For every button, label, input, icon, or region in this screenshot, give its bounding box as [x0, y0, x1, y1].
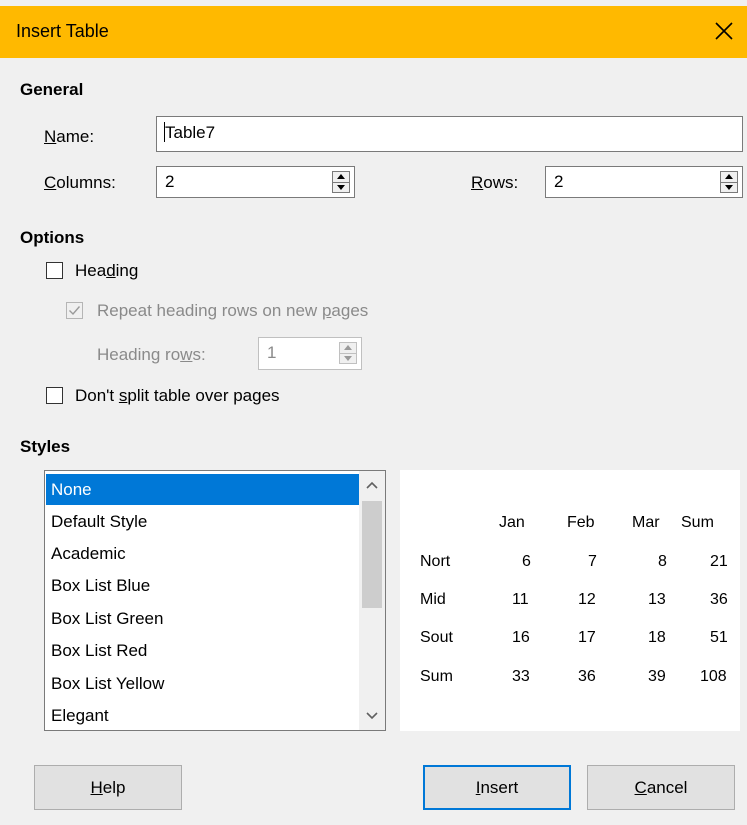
columns-spin-buttons[interactable] — [332, 171, 350, 193]
insert-button[interactable]: Insert — [423, 765, 571, 810]
preview-cell: 16 — [512, 629, 530, 646]
options-heading: Options — [20, 228, 85, 247]
increment-arrow-icon[interactable] — [344, 345, 352, 350]
preview-header: Sum — [681, 514, 714, 531]
general-heading: General — [20, 80, 84, 99]
name-field-value: Table7 — [165, 123, 216, 142]
chevron-up-icon — [366, 481, 378, 489]
list-item[interactable]: Box List Red — [46, 635, 359, 666]
preview-cell: 11 — [512, 591, 529, 608]
spin-divider — [340, 353, 356, 354]
heading-checkbox[interactable] — [46, 262, 63, 279]
scroll-thumb[interactable] — [362, 501, 382, 608]
heading-rows-spin-buttons[interactable] — [339, 342, 357, 364]
columns-value: 2 — [165, 172, 175, 191]
help-button[interactable]: Help — [34, 765, 182, 810]
dialog-title: Insert Table — [16, 21, 109, 41]
scroll-down-button[interactable] — [359, 702, 385, 730]
preview-cell: 21 — [710, 553, 728, 570]
heading-rows-spinbox[interactable]: 1 — [258, 337, 362, 370]
preview-cell: 33 — [512, 668, 530, 685]
rows-spinbox[interactable]: 2 — [545, 166, 743, 198]
preview-cell: 51 — [710, 629, 728, 646]
preview-cell: 13 — [648, 591, 666, 608]
rows-spin-buttons[interactable] — [720, 171, 738, 193]
table-preview: Jan Feb Mar Sum Nort 6 7 8 21 Mid 11 12 … — [400, 470, 740, 731]
preview-cell: 36 — [710, 591, 728, 608]
list-item[interactable]: Academic — [46, 538, 359, 569]
increment-arrow-icon[interactable] — [725, 174, 733, 179]
preview-row-label: Sum — [420, 668, 453, 685]
increment-arrow-icon[interactable] — [337, 174, 345, 179]
preview-row-label: Mid — [420, 591, 446, 608]
repeat-heading-label[interactable]: Repeat heading rows on new pages — [97, 301, 368, 321]
preview-row-label: Sout — [420, 629, 453, 646]
decrement-arrow-icon[interactable] — [337, 185, 345, 190]
list-item[interactable]: Elegant — [46, 700, 359, 730]
scroll-up-button[interactable] — [359, 471, 385, 499]
chevron-down-icon — [366, 712, 378, 720]
list-item[interactable]: Box List Green — [46, 603, 359, 634]
dont-split-checkbox[interactable] — [46, 387, 63, 404]
preview-cell: 7 — [588, 553, 597, 570]
name-field[interactable]: Table7 — [156, 116, 743, 152]
close-button[interactable] — [701, 6, 747, 58]
preview-cell: 17 — [578, 629, 596, 646]
decrement-arrow-icon[interactable] — [344, 356, 352, 361]
title-bar[interactable]: Insert Table — [0, 6, 747, 58]
preview-cell: 6 — [522, 553, 531, 570]
cancel-button[interactable]: Cancel — [587, 765, 735, 810]
styles-scrollbar[interactable] — [359, 471, 385, 730]
preview-cell: 18 — [648, 629, 666, 646]
preview-cell: 8 — [658, 553, 667, 570]
heading-checkbox-label[interactable]: Heading — [75, 261, 138, 281]
preview-row-label: Nort — [420, 553, 451, 570]
columns-label: Columns: — [44, 173, 116, 192]
spin-divider — [333, 182, 349, 183]
insert-table-dialog: Insert Table General Name: Table7 Column… — [0, 0, 747, 825]
preview-cell: 12 — [578, 591, 596, 608]
preview-cell: 108 — [700, 668, 727, 685]
preview-header: Mar — [632, 514, 660, 531]
list-item[interactable]: Default Style — [46, 506, 359, 537]
rows-label: Rows: — [471, 173, 519, 192]
checkmark-icon — [69, 306, 81, 316]
spin-divider — [721, 182, 737, 183]
preview-cell: 39 — [648, 668, 666, 685]
preview-header: Jan — [499, 514, 525, 531]
columns-spinbox[interactable]: 2 — [156, 166, 355, 198]
heading-rows-label: Heading rows: — [97, 345, 206, 364]
preview-cell: 36 — [578, 668, 596, 685]
styles-list[interactable]: None Default Style Academic Box List Blu… — [44, 470, 386, 731]
styles-heading: Styles — [20, 437, 71, 456]
list-item[interactable]: None — [46, 474, 359, 505]
list-item[interactable]: Box List Yellow — [46, 668, 359, 699]
decrement-arrow-icon[interactable] — [725, 185, 733, 190]
rows-value: 2 — [554, 172, 564, 191]
dont-split-label[interactable]: Don't split table over pages — [75, 386, 280, 406]
name-label: Name: — [44, 127, 95, 146]
close-icon — [715, 22, 733, 40]
preview-header: Feb — [567, 514, 595, 531]
list-item[interactable]: Box List Blue — [46, 570, 359, 601]
repeat-heading-checkbox[interactable] — [66, 302, 83, 319]
heading-rows-value: 1 — [267, 343, 277, 362]
